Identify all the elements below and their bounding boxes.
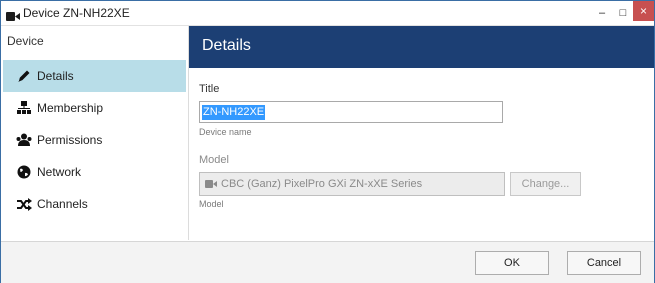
- sidebar: Device Details Membership Permissions Ne…: [1, 26, 189, 240]
- sidebar-item-details[interactable]: Details: [3, 60, 186, 92]
- model-label: Model: [199, 154, 229, 166]
- ok-button[interactable]: OK: [475, 251, 549, 275]
- title-bar[interactable]: Device ZN-NH22XE – □ ×: [1, 1, 654, 26]
- model-field: CBC (Ganz) PixelPro GXi ZN-xXE Series: [199, 172, 505, 196]
- title-label: Title: [199, 83, 220, 95]
- sidebar-item-label: Network: [37, 165, 82, 179]
- sidebar-item-network[interactable]: Network: [3, 156, 186, 188]
- title-input-value: ZN-NH22XE: [202, 105, 266, 120]
- minimize-button[interactable]: –: [591, 1, 613, 24]
- sidebar-item-permissions[interactable]: Permissions: [3, 124, 186, 156]
- device-window: Device ZN-NH22XE – □ × Device Details Me…: [0, 0, 655, 283]
- title-input[interactable]: ZN-NH22XE: [199, 101, 503, 123]
- sidebar-item-label: Membership: [37, 101, 104, 115]
- sidebar-item-membership[interactable]: Membership: [3, 92, 186, 124]
- minimize-icon: –: [598, 6, 606, 19]
- content-header: Details: [189, 26, 654, 68]
- sidebar-item-channels[interactable]: Channels: [3, 188, 186, 220]
- maximize-icon: □: [619, 6, 627, 19]
- change-model-button[interactable]: Change...: [510, 172, 581, 196]
- close-button[interactable]: ×: [633, 1, 654, 21]
- title-hint: Device name: [199, 127, 252, 137]
- maximize-button[interactable]: □: [612, 1, 634, 24]
- camera-icon: [6, 8, 20, 26]
- cancel-button[interactable]: Cancel: [567, 251, 641, 275]
- sidebar-item-label: Details: [37, 69, 74, 83]
- shuffle-icon: [13, 197, 35, 211]
- dialog-footer: OK Cancel: [1, 241, 654, 283]
- sidebar-item-label: Permissions: [37, 133, 103, 147]
- model-hint: Model: [199, 199, 224, 209]
- users-icon: [13, 133, 35, 147]
- model-value: CBC (Ganz) PixelPro GXi ZN-xXE Series: [221, 178, 423, 190]
- sidebar-header: Device: [7, 34, 44, 48]
- window-title: Device ZN-NH22XE: [23, 6, 130, 20]
- sidebar-item-label: Channels: [37, 197, 88, 211]
- camera-icon: [205, 180, 217, 188]
- pencil-icon: [13, 69, 35, 83]
- page-title: Details: [202, 37, 251, 54]
- close-icon: ×: [639, 4, 647, 18]
- hierarchy-icon: [13, 101, 35, 115]
- globe-icon: [13, 165, 35, 179]
